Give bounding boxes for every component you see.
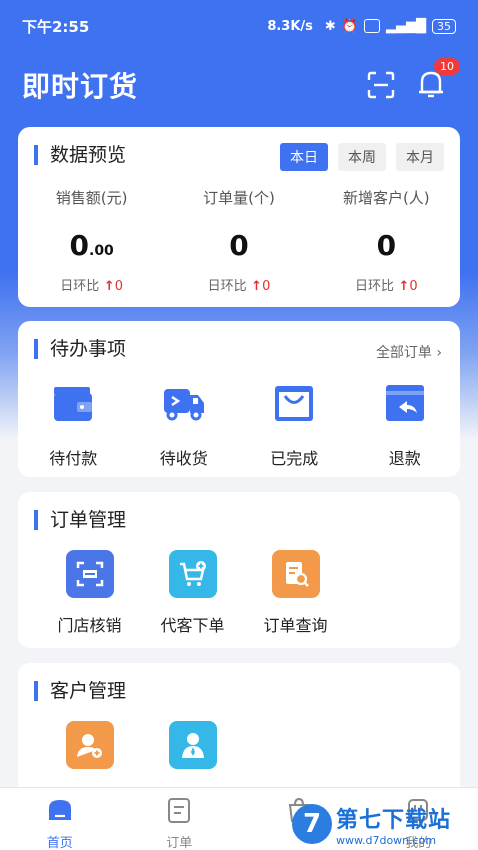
scan-verify-icon (65, 550, 114, 598)
todo-label: 已完成 (270, 449, 319, 468)
truck-icon (163, 389, 204, 421)
stat-compare: 日环比 ↑0 (60, 279, 124, 294)
todo-label: 退款 (388, 449, 421, 468)
store-verify-item[interactable]: 门店核销 (38, 550, 141, 636)
watermark-url: www.d7down.com (336, 833, 437, 847)
stat-sales: 销售额(元) 0.00 日环比 ↑0 (18, 187, 165, 294)
add-customer-item[interactable] (38, 721, 141, 769)
nav-orders[interactable]: 订单 (120, 788, 240, 850)
tab-week[interactable]: 本周 (338, 143, 386, 171)
up-arrow-icon: ↑ (246, 279, 263, 294)
stat-value: 0.00 (69, 229, 114, 262)
customer-management-card: 客户管理 (18, 663, 460, 803)
nav-home[interactable]: 首页 (0, 788, 120, 850)
up-arrow-icon: ↑ (393, 279, 410, 294)
todo-pending-receipt[interactable]: 待收货 (129, 381, 240, 469)
section-title: 订单管理 (34, 510, 126, 530)
todo-refund[interactable]: 退款 (350, 381, 461, 469)
order-management-card: 订单管理 门店核销 代客下单 订单查询 (18, 492, 460, 648)
customer-list-icon (168, 721, 217, 769)
order-item-label: 订单查询 (263, 616, 328, 635)
hd-icon (364, 19, 380, 33)
stat-label: 销售额(元) (55, 189, 128, 207)
status-time: 下午2:55 (22, 17, 90, 36)
scan-icon[interactable] (366, 70, 396, 100)
watermark-title: 第七下载站 (336, 807, 452, 833)
stat-orders: 订单量(个) 0 日环比 ↑0 (165, 187, 312, 294)
stat-value: 0 (229, 229, 249, 262)
all-orders-link[interactable]: 全部订单 › (376, 342, 442, 362)
todo-card: 待办事项 全部订单 › 待付款 待收货 已完成 退款 (18, 321, 460, 477)
stat-label: 新增客户(人) (342, 189, 430, 207)
battery-icon: 35 (432, 18, 456, 34)
period-tabs: 本日 本周 本月 (280, 143, 444, 171)
section-title: 数据预览 (34, 145, 126, 165)
stat-compare: 日环比 ↑0 (207, 279, 271, 294)
data-preview-card: 数据预览 本日 本周 本月 销售额(元) 0.00 日环比 ↑0 订单量(个) … (18, 127, 460, 307)
watermark: 7 第七下载站 www.d7down.com (292, 800, 472, 848)
up-arrow-icon: ↑ (99, 279, 115, 294)
customer-grid (38, 721, 244, 769)
todo-label: 待收货 (159, 449, 208, 468)
order-item-label: 门店核销 (57, 616, 122, 635)
add-customer-icon (65, 721, 114, 769)
nav-label: 订单 (166, 836, 193, 850)
order-item-label: 代客下单 (160, 616, 225, 635)
tab-today[interactable]: 本日 (280, 143, 328, 171)
home-icon (48, 800, 71, 820)
todo-grid: 待付款 待收货 已完成 退款 (18, 381, 460, 469)
status-bar: 下午2:55 8.3K/s ✱ ⏰ ▂▄▆█ 35 (0, 0, 478, 52)
order-grid: 门店核销 代客下单 订单查询 (38, 550, 347, 636)
watermark-logo: 7 (292, 804, 332, 844)
section-title: 客户管理 (34, 681, 126, 701)
network-speed: 8.3K/s (267, 18, 313, 34)
order-search-item[interactable]: 订单查询 (244, 550, 347, 636)
notification-badge: 10 (434, 58, 460, 75)
section-title: 待办事项 (34, 339, 126, 359)
customer-list-item[interactable] (141, 721, 244, 769)
stat-compare: 日环比 ↑0 (354, 279, 418, 294)
wallet-icon (54, 387, 93, 421)
todo-completed[interactable]: 已完成 (239, 381, 350, 469)
app-header: 即时订货 10 (0, 52, 478, 118)
stat-label: 订单量(个) (203, 189, 275, 207)
stats-row: 销售额(元) 0.00 日环比 ↑0 订单量(个) 0 日环比 ↑0 新增客户(… (18, 187, 460, 294)
bag-icon (275, 386, 314, 421)
app-title: 即时订货 (22, 70, 139, 103)
cart-add-icon (168, 550, 217, 598)
todo-label: 待付款 (49, 449, 98, 468)
signal-icon: ▂▄▆█ (386, 18, 426, 34)
refund-icon (385, 385, 424, 421)
todo-pending-payment[interactable]: 待付款 (18, 381, 129, 469)
order-for-customer-item[interactable]: 代客下单 (141, 550, 244, 636)
tab-month[interactable]: 本月 (396, 143, 444, 171)
stat-value: 0 (376, 229, 397, 262)
nav-label: 首页 (46, 836, 73, 850)
watermark-text: 第七下载站 www.d7down.com (336, 802, 451, 847)
stat-new-customers: 新增客户(人) 0 日环比 ↑0 (313, 187, 460, 294)
order-search-icon (271, 550, 320, 598)
order-icon (168, 798, 191, 823)
bluetooth-icon: ✱ (324, 18, 336, 34)
alarm-icon: ⏰ (341, 18, 358, 34)
